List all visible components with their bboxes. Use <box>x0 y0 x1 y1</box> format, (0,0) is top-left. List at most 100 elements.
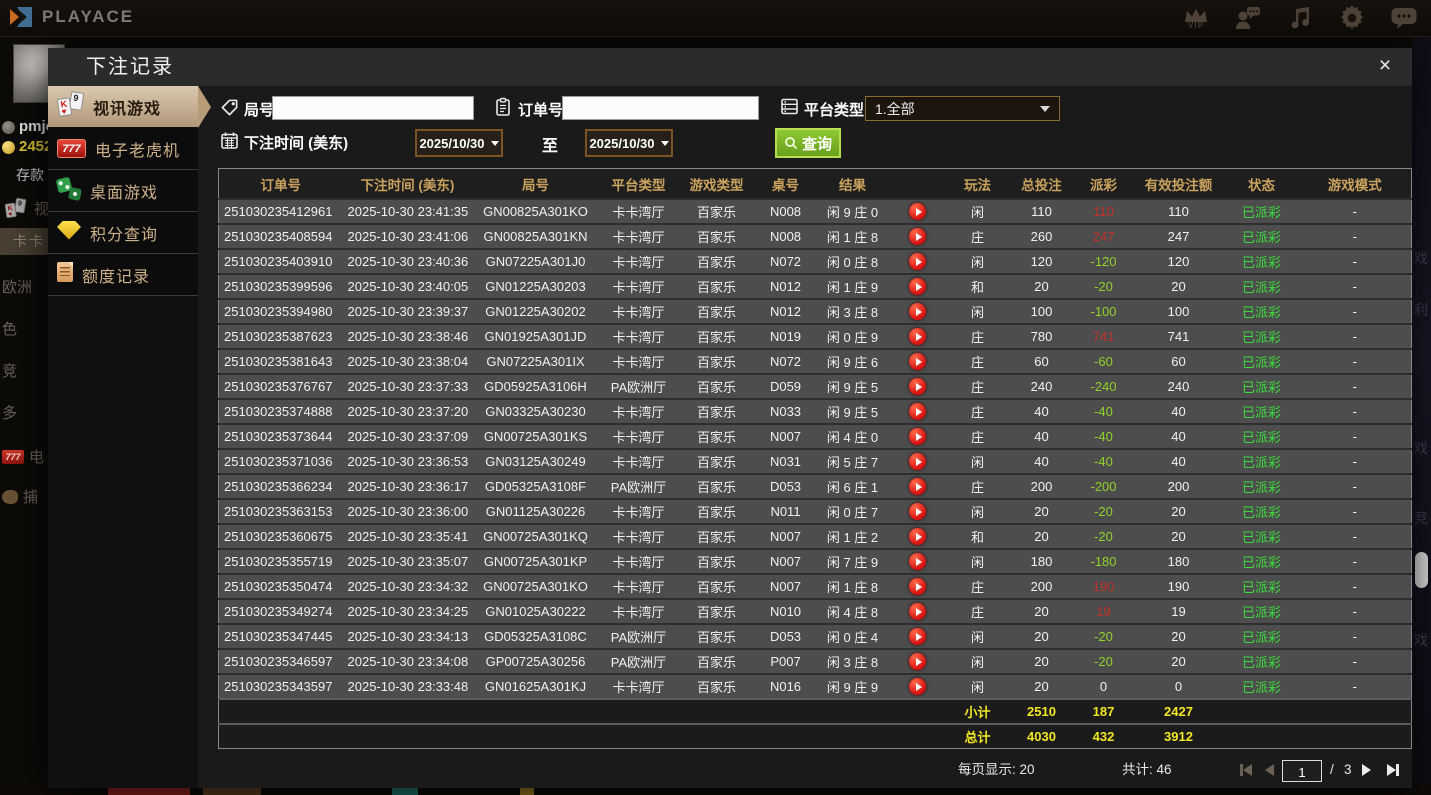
replay-play-button[interactable] <box>909 403 926 420</box>
cell-order: 251030235387623 <box>218 323 343 349</box>
cell-platform: PA欧洲厅 <box>598 623 679 649</box>
cell-status: 已派彩 <box>1224 623 1299 649</box>
cell-bet-on: 闲 <box>946 548 1009 574</box>
cell-valid-bet: 180 <box>1132 548 1225 574</box>
background-nav-item: 9 K ♥ 视 <box>2 196 49 220</box>
settings-gear-icon[interactable] <box>1337 2 1367 34</box>
vip-crown-icon[interactable]: VIP <box>1181 2 1211 34</box>
brand-logo[interactable]: PLAYACE <box>8 4 134 30</box>
dice-icon <box>57 176 81 205</box>
cell-valid-bet: 20 <box>1132 648 1225 674</box>
replay-play-button[interactable] <box>909 353 926 370</box>
cell-mode: - <box>1298 448 1412 474</box>
cell-replay <box>888 198 947 224</box>
round-number-input[interactable] <box>272 96 474 120</box>
cell-platform: 卡卡湾厅 <box>598 248 679 274</box>
replay-play-button[interactable] <box>909 203 926 220</box>
cell-table: D053 <box>754 623 817 649</box>
deposit-label: 存款 <box>16 167 44 183</box>
cell-payout: 19 <box>1074 598 1133 624</box>
prev-page-button[interactable] <box>1265 764 1274 776</box>
sidebar-item-selected[interactable]: 9 K ♥ 视讯游戏 <box>48 86 211 128</box>
support-agent-icon[interactable] <box>1233 2 1263 34</box>
cell-game: 百家乐 <box>678 648 755 674</box>
table-row: 251030235346597 2025-10-30 23:34:08 GP0072… <box>218 648 1412 674</box>
platform-type-value: 1.全部 <box>875 100 915 117</box>
next-page-button[interactable] <box>1362 764 1371 776</box>
top-icon-group: VIP <box>1181 1 1419 35</box>
table-row: 251030235412961 2025-10-30 23:41:35 GN0082… <box>218 198 1412 224</box>
date-to-select[interactable]: 2025/10/30 <box>585 129 673 157</box>
cell-result: 闲 7 庄 9 <box>816 548 889 574</box>
cell-replay <box>888 398 947 424</box>
cell-round: GN01625A301KJ <box>472 673 599 699</box>
cell-mode: - <box>1298 648 1412 674</box>
cell-result: 闲 6 庄 1 <box>816 473 889 499</box>
sidebar-item-tab[interactable]: 积分查询 <box>48 212 198 254</box>
sidebar-item-tab[interactable]: 额度记录 <box>48 254 198 296</box>
cell-status: 已派彩 <box>1224 673 1299 699</box>
replay-play-button[interactable] <box>909 378 926 395</box>
replay-play-button[interactable] <box>909 578 926 595</box>
cell-game: 百家乐 <box>678 348 755 374</box>
to-label: 至 <box>542 138 559 155</box>
cell-payout: 110 <box>1074 198 1133 224</box>
music-note-icon[interactable] <box>1285 2 1315 34</box>
cell-game: 百家乐 <box>678 323 755 349</box>
cell-round: GN01025A30222 <box>472 598 599 624</box>
cell-time: 2025-10-30 23:36:00 <box>342 498 473 524</box>
replay-play-button[interactable] <box>909 553 926 570</box>
cell-result: 闲 4 庄 0 <box>816 423 889 449</box>
cell-order: 251030235360675 <box>218 523 343 549</box>
cell-round: GN03125A30249 <box>472 448 599 474</box>
replay-play-button[interactable] <box>909 603 926 620</box>
replay-play-button[interactable] <box>909 253 926 270</box>
replay-play-button[interactable] <box>909 528 926 545</box>
cell-platform: 卡卡湾厅 <box>598 498 679 524</box>
replay-play-button[interactable] <box>909 628 926 645</box>
last-page-button[interactable] <box>1387 764 1399 776</box>
replay-play-button[interactable] <box>909 278 926 295</box>
replay-play-button[interactable] <box>909 478 926 495</box>
cell-platform: 卡卡湾厅 <box>598 673 679 699</box>
cell-game: 百家乐 <box>678 548 755 574</box>
gem-icon <box>57 220 81 245</box>
replay-play-button[interactable] <box>909 228 926 245</box>
query-button[interactable]: 查询 <box>775 128 841 158</box>
current-page-input[interactable]: 1 <box>1282 760 1322 782</box>
replay-play-button[interactable] <box>909 453 926 470</box>
first-page-button[interactable] <box>1240 764 1252 776</box>
date-from-select[interactable]: 2025/10/30 <box>415 129 503 157</box>
order-number-input[interactable] <box>562 96 759 120</box>
table-row: 251030235347445 2025-10-30 23:34:13 GD0532… <box>218 623 1412 649</box>
cell-table: P007 <box>754 648 817 674</box>
cell-order: 251030235381643 <box>218 348 343 374</box>
replay-play-button[interactable] <box>909 678 926 695</box>
sidebar-item-tab[interactable]: 桌面游戏 <box>48 170 198 212</box>
cell-game: 百家乐 <box>678 398 755 424</box>
cell-time: 2025-10-30 23:34:32 <box>342 573 473 599</box>
table-row: 251030235374888 2025-10-30 23:37:20 GN0332… <box>218 398 1412 424</box>
column-header: 游戏类型 <box>678 168 755 200</box>
cell-game: 百家乐 <box>678 273 755 299</box>
cell-payout: -20 <box>1074 648 1133 674</box>
cards-icon: 9 K ♥ <box>56 91 85 121</box>
rank-medal-icon <box>2 121 15 134</box>
cell-total-bet: 260 <box>1008 223 1075 249</box>
cell-order: 251030235399596 <box>218 273 343 299</box>
replay-play-button[interactable] <box>909 303 926 320</box>
sidebar-item-tab[interactable]: 777 电子老虎机 <box>48 128 198 170</box>
cell-total-bet: 40 <box>1008 448 1075 474</box>
replay-play-button[interactable] <box>909 653 926 670</box>
cell-game: 百家乐 <box>678 373 755 399</box>
cell-payout: -40 <box>1074 398 1133 424</box>
scrollbar-thumb[interactable] <box>1415 552 1428 588</box>
chat-bubble-icon[interactable] <box>1389 2 1419 34</box>
replay-play-button[interactable] <box>909 503 926 520</box>
platform-type-select[interactable]: 1.全部 <box>865 96 1060 121</box>
replay-play-button[interactable] <box>909 328 926 345</box>
replay-play-button[interactable] <box>909 428 926 445</box>
column-header: 桌号 <box>754 168 817 200</box>
cell-replay <box>888 273 947 299</box>
close-icon[interactable]: × <box>1372 53 1398 79</box>
